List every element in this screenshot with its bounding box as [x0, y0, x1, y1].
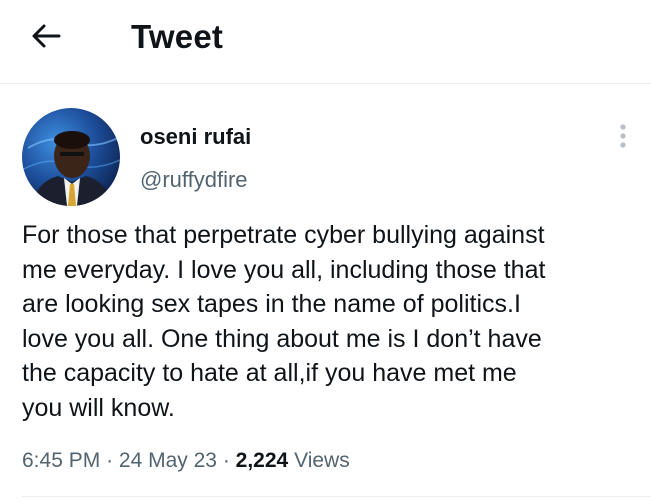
top-bar: Tweet	[0, 0, 651, 84]
avatar[interactable]	[22, 108, 120, 206]
tweet-date[interactable]: 24 May 23	[119, 449, 217, 472]
divider	[22, 496, 651, 497]
meta-separator: ·	[222, 449, 230, 472]
back-button[interactable]	[26, 18, 66, 58]
author-display-name[interactable]: oseni rufai	[140, 123, 251, 151]
arrow-left-icon	[31, 23, 61, 54]
views-label[interactable]: Views	[294, 449, 350, 472]
vertical-ellipsis-icon	[619, 123, 627, 154]
tweet-text: For those that perpetrate cyber bullying…	[22, 221, 546, 422]
tweet-meta: 6:45 PM · 24 May 23 · 2,224 Views	[22, 447, 350, 475]
author-handle[interactable]: @ruffydfire	[140, 166, 248, 194]
page-title: Tweet	[131, 18, 224, 55]
more-options-button[interactable]	[608, 120, 638, 156]
tweet-time[interactable]: 6:45 PM	[22, 449, 100, 472]
views-count[interactable]: 2,224	[236, 449, 289, 472]
meta-separator: ·	[106, 449, 114, 472]
